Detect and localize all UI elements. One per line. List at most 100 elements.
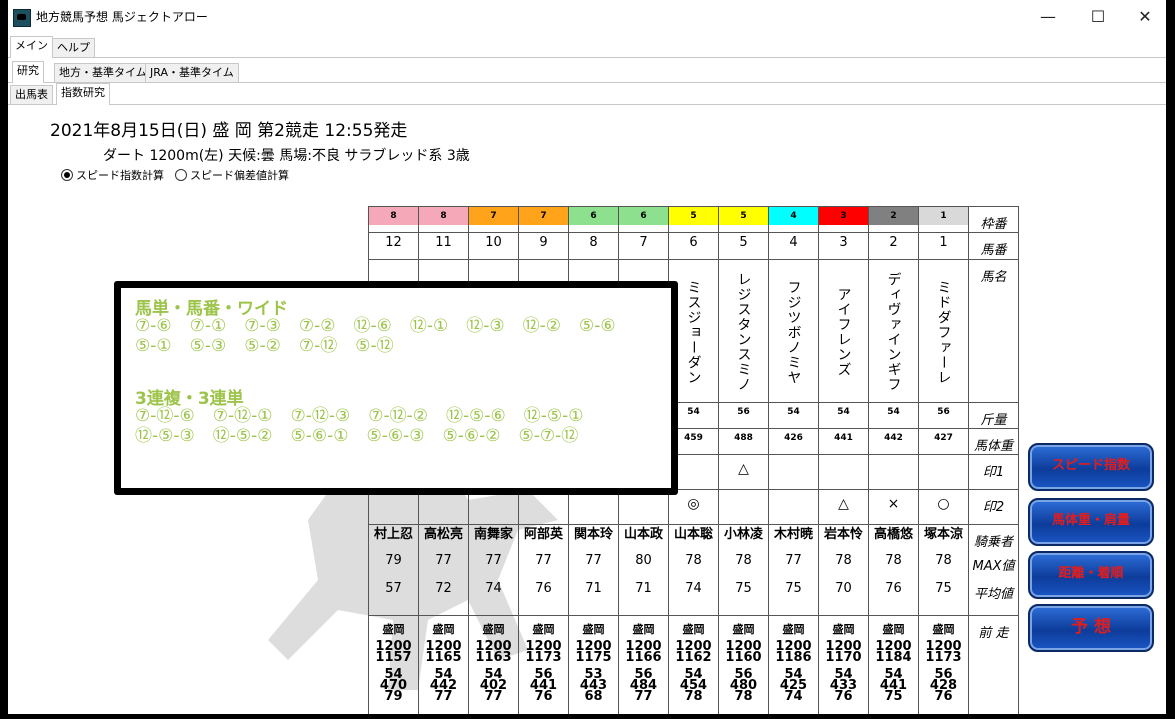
row-label-max: MAX値 bbox=[972, 559, 1015, 574]
cell-frame: 8 bbox=[368, 206, 419, 233]
cell-prev: 盛岡 1200 1173 56 428 76 bbox=[918, 615, 969, 714]
max-index: 77 bbox=[585, 553, 602, 568]
cell-weight: 427 bbox=[918, 428, 969, 455]
radio-speed-index[interactable]: スピード指数計算 bbox=[61, 167, 164, 183]
mark2[interactable] bbox=[770, 491, 818, 519]
carried-weight: 54 bbox=[837, 407, 850, 417]
maximize-button[interactable]: ☐ bbox=[1078, 5, 1118, 29]
combo-item: ⑫-⑤-① bbox=[523, 406, 584, 426]
grid-row-prev: 盛岡 1200 1157 54 470 79 盛岡 1200 1165 54 442 77 盛岡 1200… bbox=[368, 615, 1019, 714]
mark1[interactable] bbox=[870, 456, 918, 484]
prev-time: 1162 bbox=[675, 650, 712, 665]
cell-jockey: 岩本怜 78 70 bbox=[818, 524, 869, 616]
minimize-button[interactable]: — bbox=[1028, 5, 1068, 29]
prev-time: 1160 bbox=[725, 650, 762, 665]
menu-tab-bar: メイン ヘルプ bbox=[8, 36, 1166, 58]
title-bar: 地方競馬予想 馬ジェクトアロー — ☐ ✕ bbox=[8, 0, 1166, 34]
close-button[interactable]: ✕ bbox=[1125, 5, 1165, 29]
cell-prev: 盛岡 1200 1175 53 443 68 bbox=[568, 615, 619, 714]
combo-item: ⑦-⑫-② bbox=[368, 406, 428, 426]
carried-weight: 56 bbox=[737, 407, 750, 417]
prev-index: 77 bbox=[484, 689, 503, 704]
prev-place: 盛岡 bbox=[632, 623, 655, 636]
cell-number: 11 bbox=[418, 232, 469, 260]
horse-name[interactable]: アイフレンズ bbox=[834, 268, 854, 396]
mark1[interactable] bbox=[820, 456, 868, 484]
tab-help[interactable]: ヘルプ bbox=[52, 38, 95, 57]
prev-time: 1173 bbox=[925, 650, 962, 665]
speed-index-button[interactable]: スピード指数 bbox=[1028, 443, 1154, 491]
cell-prev: 盛岡 1200 1170 54 433 76 bbox=[818, 615, 869, 714]
grid-row-number: 12 11 10 9 8 7 6 5 4 3 2 1 馬番 bbox=[368, 232, 1019, 260]
cell-prev: 盛岡 1200 1173 56 441 76 bbox=[518, 615, 569, 714]
horse-number: 8 bbox=[589, 235, 598, 250]
cell-mark1 bbox=[818, 454, 869, 490]
combo-item: ⑤-⑥ bbox=[579, 316, 616, 336]
combo-item: ⑤-⑫ bbox=[355, 336, 394, 356]
cell-name: レジスタンスミノ bbox=[718, 259, 769, 403]
prev-place: 盛岡 bbox=[782, 623, 805, 636]
tab-research[interactable]: 研究 bbox=[12, 61, 44, 83]
body-weight: 426 bbox=[784, 433, 803, 443]
cell-prev: 盛岡 1200 1186 54 425 74 bbox=[768, 615, 819, 714]
cell-number: 9 bbox=[518, 232, 569, 260]
jockey-name: 関本玲 bbox=[573, 527, 613, 542]
horse-name[interactable]: ミドダファーレ bbox=[934, 268, 954, 396]
mark1[interactable] bbox=[920, 456, 968, 484]
mark2[interactable] bbox=[720, 491, 768, 519]
weight-button[interactable]: 馬体重・肩量 bbox=[1028, 498, 1154, 546]
combo-item: ⑤-① bbox=[135, 336, 172, 356]
jockey-name: 小林凌 bbox=[723, 527, 763, 542]
prev-time: 1163 bbox=[475, 650, 512, 665]
tab-index-research[interactable]: 指数研究 bbox=[56, 83, 110, 105]
row-label-name: 馬名 bbox=[968, 259, 1019, 403]
prediction-popup: 馬単・馬番・ワイド ⑦-⑥ ⑦-① ⑦-③ ⑦-② ⑫-⑥ ⑫-① ⑫-③ ⑫-② ⑤-⑥⑤-①… bbox=[114, 281, 678, 495]
frame-number: 3 bbox=[819, 207, 868, 225]
prev-time: 1165 bbox=[425, 650, 462, 665]
jockey-name: 南舞家 bbox=[473, 527, 513, 542]
prediction-button[interactable]: 予 想 bbox=[1028, 604, 1154, 652]
cell-jockey: 小林凌 78 75 bbox=[718, 524, 769, 616]
prev-place: 盛岡 bbox=[432, 623, 455, 636]
mark2[interactable]: △ bbox=[820, 491, 868, 519]
cell-number: 5 bbox=[718, 232, 769, 260]
cell-name: ディヴァインギフ bbox=[868, 259, 919, 403]
prev-kin-weight-index: 54 442 77 bbox=[420, 668, 468, 703]
horse-name[interactable]: レジスタンスミノ bbox=[734, 268, 754, 396]
tab-local-base-time[interactable]: 地方・基準タイム bbox=[54, 63, 152, 82]
horse-name[interactable]: ディヴァインギフ bbox=[884, 268, 904, 396]
horse-name[interactable]: ミスジョーダン bbox=[684, 268, 704, 396]
prev-place: 盛岡 bbox=[882, 623, 905, 636]
cell-prev: 盛岡 1200 1166 56 484 77 bbox=[618, 615, 669, 714]
combo-item: ⑫-③ bbox=[466, 316, 505, 336]
jockey-name: 木村暁 bbox=[773, 527, 813, 542]
mark2[interactable]: ○ bbox=[920, 491, 968, 519]
combo-item: ⑫-⑤-③ bbox=[135, 426, 195, 446]
mark1[interactable]: △ bbox=[720, 456, 768, 484]
max-index: 78 bbox=[835, 553, 852, 568]
radio-speed-index-label: スピード指数計算 bbox=[76, 169, 164, 182]
horse-number: 4 bbox=[789, 235, 798, 250]
body-weight: 441 bbox=[834, 433, 853, 443]
distance-result-button[interactable]: 距離・着順 bbox=[1028, 551, 1154, 599]
row-label-avg: 平均値 bbox=[973, 587, 1013, 602]
tab-main[interactable]: メイン bbox=[10, 36, 53, 58]
frame-number: 7 bbox=[469, 207, 518, 225]
cell-mark1: △ bbox=[718, 454, 769, 490]
combo-item: ⑦-⑥ bbox=[135, 316, 172, 336]
prev-kin-weight-index: 54 454 78 bbox=[670, 668, 718, 703]
cell-name: フジツボノミヤ bbox=[768, 259, 819, 403]
tab-entries[interactable]: 出馬表 bbox=[10, 85, 53, 104]
horse-name[interactable]: フジツボノミヤ bbox=[784, 268, 804, 396]
prev-dist-time: 1200 1166 bbox=[620, 640, 668, 664]
radio-speed-deviation-label: スピード偏差値計算 bbox=[190, 169, 289, 182]
avg-index: 75 bbox=[935, 581, 952, 596]
cell-prev: 盛岡 1200 1163 54 402 77 bbox=[468, 615, 519, 714]
mark2[interactable]: × bbox=[870, 491, 918, 519]
cell-frame: 4 bbox=[768, 206, 819, 233]
radio-speed-deviation[interactable]: スピード偏差値計算 bbox=[175, 167, 289, 183]
prev-dist-time: 1200 1157 bbox=[370, 640, 418, 664]
mark1[interactable] bbox=[770, 456, 818, 484]
tab-jra-base-time[interactable]: JRA・基準タイム bbox=[145, 63, 239, 82]
cell-frame: 6 bbox=[618, 206, 669, 233]
